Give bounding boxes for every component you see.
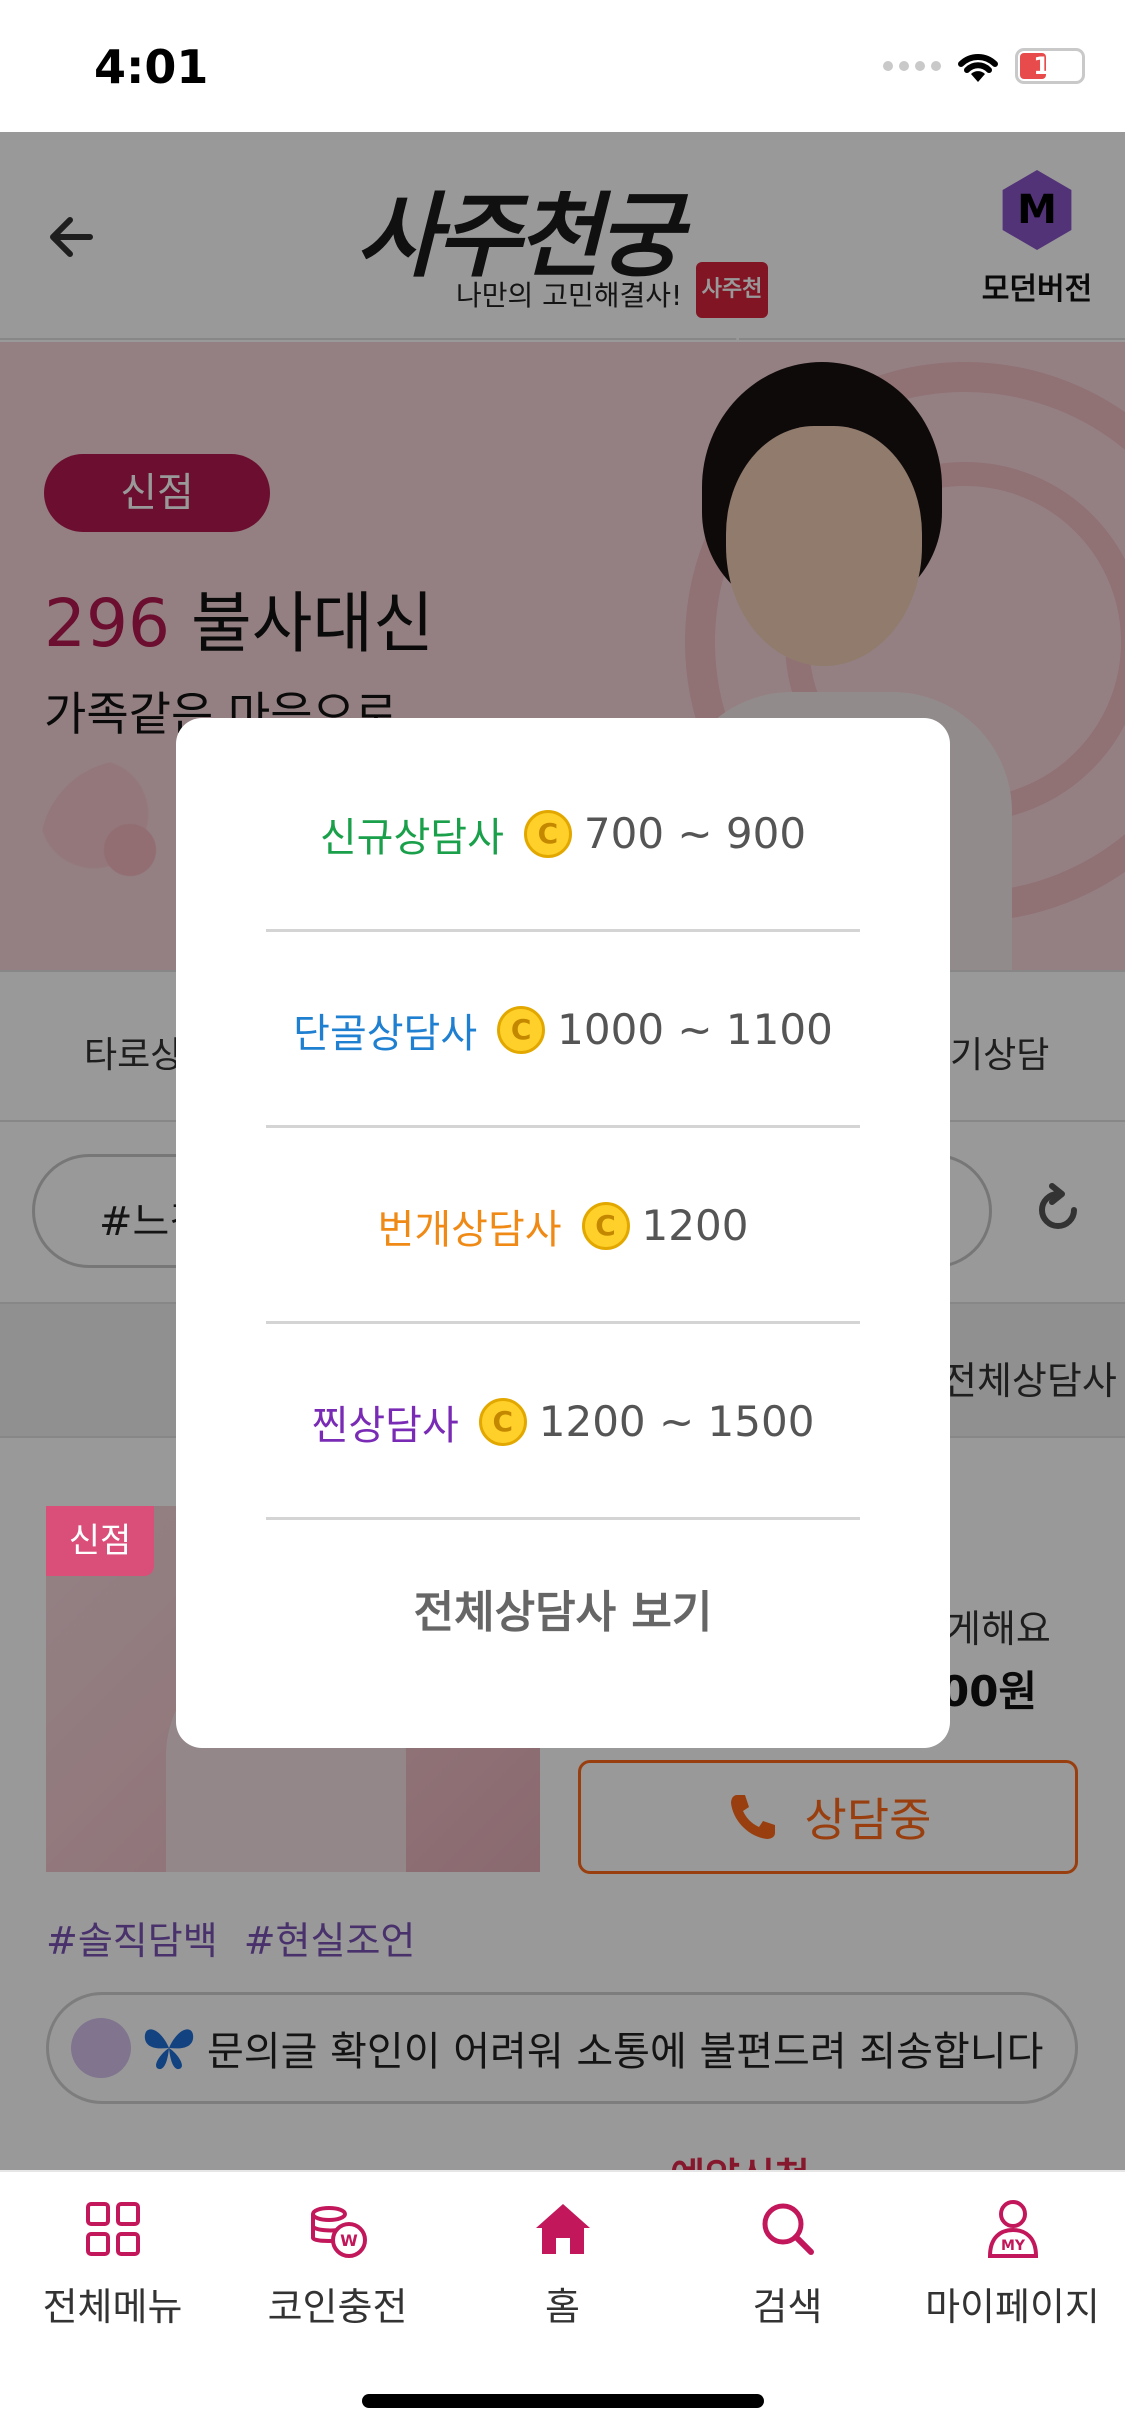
view-all-counselors-button[interactable]: 전체상담사 보기 — [176, 1558, 950, 1668]
modal-option-range: 1000 ~ 1100 — [557, 1005, 833, 1054]
app-screen: 4:01 16 사주천궁 나만의 고민해결사! 사주천궁 M 모던버전 — [0, 0, 1125, 2436]
battery-icon: 16 — [1015, 48, 1085, 84]
modal-option-premium[interactable]: 찐상담사 C 1200 ~ 1500 — [266, 1326, 860, 1520]
grid-icon — [85, 2202, 140, 2256]
status-icons: 16 — [883, 48, 1085, 84]
nav-label: 코인충전 — [267, 2285, 408, 2329]
search-icon — [762, 2203, 814, 2255]
coin-icon: C — [497, 1005, 546, 1054]
wifi-icon — [958, 53, 998, 82]
nav-my-page[interactable]: MY 마이페이지 — [900, 2194, 1125, 2331]
home-indicator[interactable] — [362, 2394, 764, 2408]
modal-option-lightning[interactable]: 번개상담사 C 1200 — [266, 1130, 860, 1324]
status-bar: 4:01 16 — [0, 0, 1125, 132]
coin-charge-icon: W — [310, 2206, 367, 2258]
modal-option-range: 700 ~ 900 — [583, 809, 807, 858]
svg-text:W: W — [340, 2231, 358, 2250]
coin-icon: C — [581, 1201, 630, 1250]
nav-label: 전체메뉴 — [42, 2285, 183, 2329]
coin-icon: C — [478, 1397, 527, 1446]
modal-option-range: 1200 ~ 1500 — [538, 1397, 815, 1446]
nav-label: 홈 — [545, 2285, 580, 2329]
nav-home[interactable]: 홈 — [450, 2194, 675, 2331]
modal-option-regular[interactable]: 단골상담사 C 1000 ~ 1100 — [266, 934, 860, 1128]
svg-text:MY: MY — [1000, 2238, 1025, 2254]
modal-option-label: 신규상담사 — [319, 814, 504, 861]
signal-icon — [883, 61, 941, 71]
coin-icon: C — [523, 809, 572, 858]
bottom-navigation: 전체메뉴 W 코인충전 홈 검색 MY 마이페이지 — [0, 2170, 1125, 2436]
counselor-type-modal: 신규상담사 C 700 ~ 900 단골상담사 C 1000 ~ 1100 번개… — [176, 718, 950, 1748]
modal-option-label: 번개상담사 — [377, 1206, 562, 1253]
modal-option-label: 찐상담사 — [311, 1402, 459, 1449]
home-icon — [535, 2204, 590, 2254]
nav-search[interactable]: 검색 — [675, 2194, 900, 2331]
modal-option-label: 단골상담사 — [293, 1010, 478, 1057]
modal-option-new[interactable]: 신규상담사 C 700 ~ 900 — [266, 738, 860, 932]
card-badge: 신점 — [46, 1506, 154, 1576]
modal-option-range: 1200 — [641, 1201, 749, 1250]
battery-level: 16 — [1033, 52, 1067, 80]
nav-all-menu[interactable]: 전체메뉴 — [0, 2194, 225, 2331]
status-time: 4:01 — [94, 40, 209, 94]
my-page-icon: MY — [987, 2200, 1038, 2258]
nav-coin-charge[interactable]: W 코인충전 — [225, 2194, 450, 2331]
nav-label: 검색 — [752, 2285, 823, 2329]
nav-label: 마이페이지 — [925, 2285, 1100, 2329]
